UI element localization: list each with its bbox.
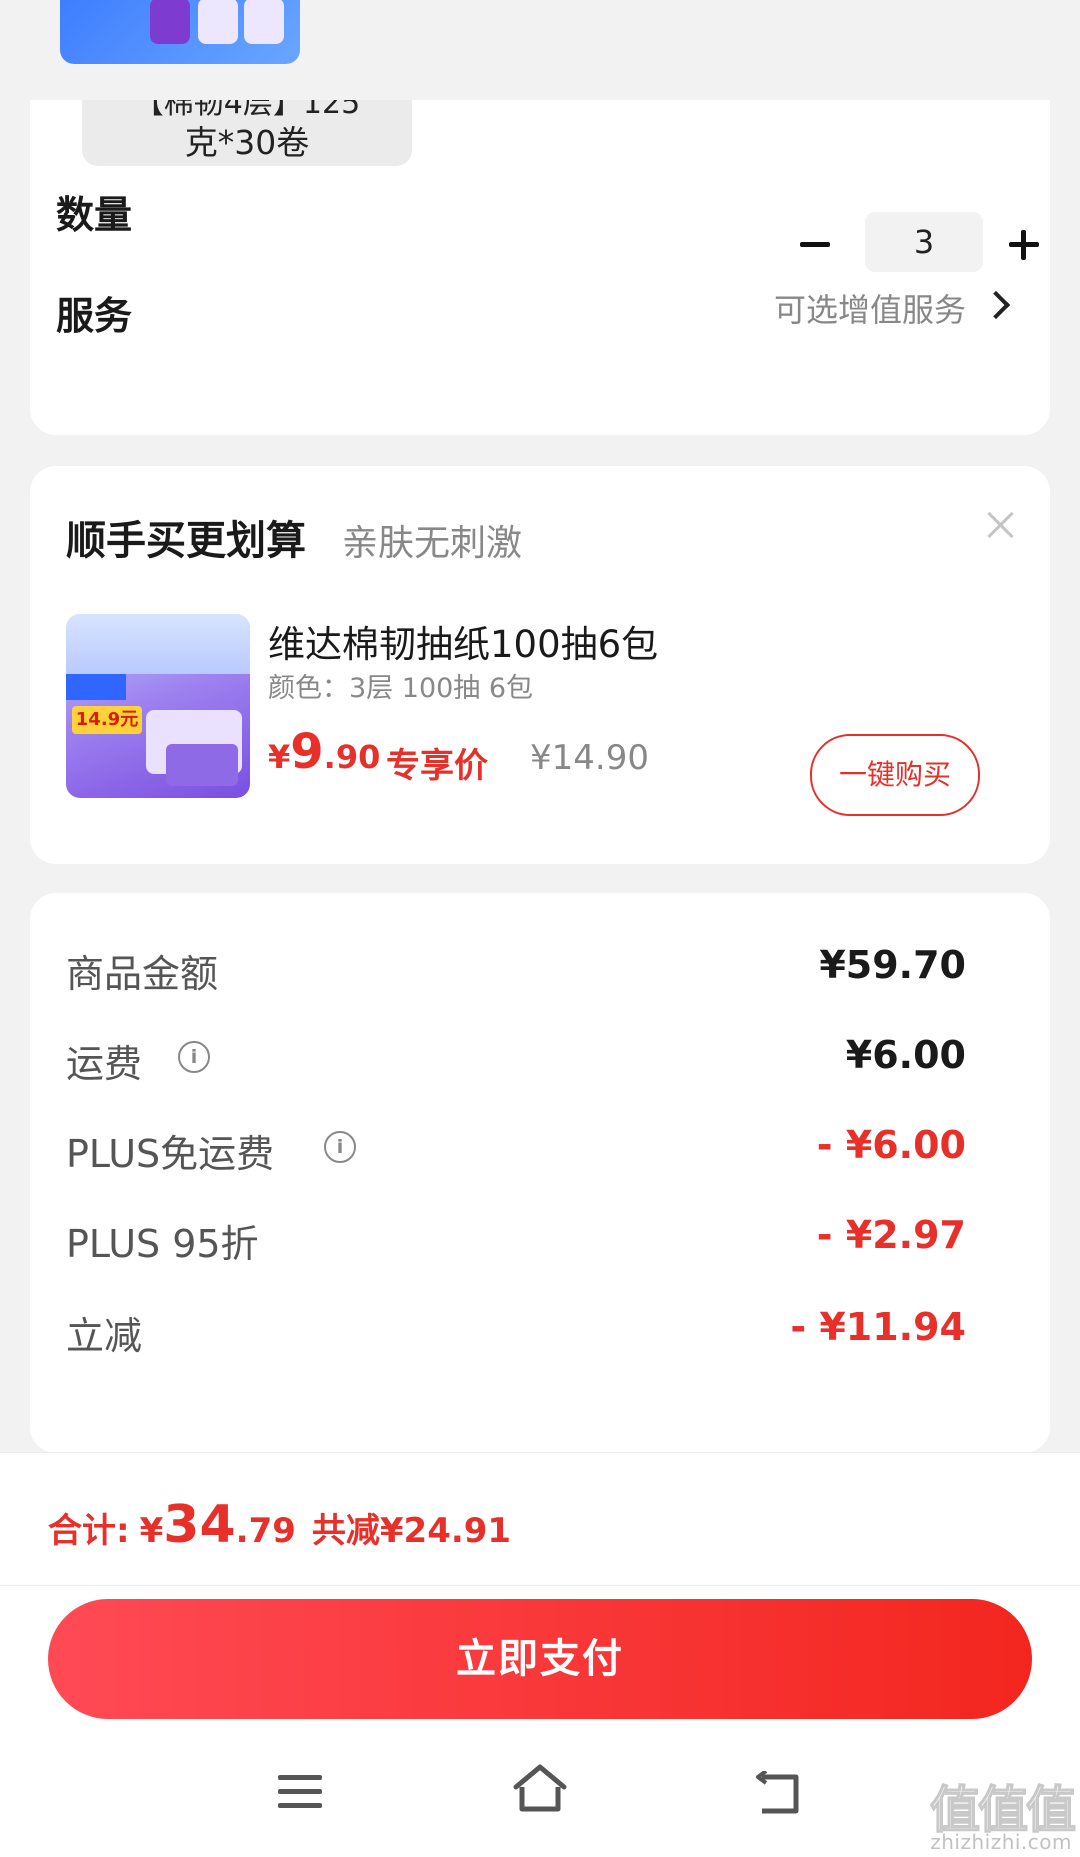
image-price-badge: 14.9元 — [72, 706, 142, 734]
chevron-right-icon[interactable] — [986, 290, 1006, 320]
summary-value: - ¥11.94 — [790, 1305, 966, 1349]
summary-value: - ¥6.00 — [816, 1123, 966, 1167]
exclusive-price-tag: 专享价 — [386, 746, 488, 786]
upsell-product-name[interactable]: 维达棉韧抽纸100抽6包 — [268, 614, 658, 668]
total-integer: 34 — [163, 1495, 236, 1555]
close-icon[interactable] — [986, 510, 1016, 540]
spec-chip-text: 克*30卷 — [184, 123, 310, 162]
total-label: 合计: — [48, 1511, 130, 1551]
price-integer: 9 — [290, 724, 324, 780]
tissue-roll-image — [150, 0, 190, 44]
image-banner — [66, 674, 126, 700]
order-options-card: 【棉韧4层】125 克*30卷 数量 3 服务 可选增值服务 — [30, 100, 1050, 435]
upsell-card: 顺手买更划算 亲肤无刺激 14.9元 维达棉韧抽纸100抽6包 颜色：3层 10… — [30, 466, 1050, 864]
upsell-product-attributes: 颜色：3层 100抽 6包 — [268, 673, 534, 704]
service-hint[interactable]: 可选增值服务 — [774, 285, 966, 331]
summary-row: 商品金额 ¥59.70 — [66, 943, 966, 1003]
summary-row: PLUS 95折 - ¥2.97 — [66, 1213, 966, 1273]
watermark-url: zhizhizhi.com — [930, 1830, 1072, 1854]
tissue-pack-image — [166, 744, 238, 786]
pay-now-button[interactable]: 立即支付 — [48, 1599, 1032, 1719]
minus-icon[interactable] — [790, 220, 838, 268]
summary-value: - ¥2.97 — [816, 1213, 966, 1257]
summary-row: 运费 i ¥6.00 — [66, 1033, 966, 1093]
summary-row: 立减 - ¥11.94 — [66, 1305, 966, 1365]
tissue-roll-image — [244, 0, 284, 44]
upsell-product-image[interactable]: 14.9元 — [66, 614, 250, 798]
summary-label: 立减 — [66, 1314, 143, 1358]
summary-label: 商品金额 — [66, 952, 219, 996]
summary-value: ¥6.00 — [845, 1033, 966, 1077]
spec-option-chip[interactable]: 【棉韧4层】125 克*30卷 — [82, 100, 412, 166]
summary-label: PLUS 95折 — [66, 1222, 259, 1266]
total-currency: ¥ — [139, 1511, 164, 1551]
order-total: 合计: ¥34.79 共减¥24.91 — [48, 1495, 511, 1555]
upsell-price: ¥9.90 — [268, 724, 380, 780]
divider — [0, 1585, 1080, 1586]
checkout-bar: 合计: ¥34.79 共减¥24.91 立即支付 — [0, 1452, 1080, 1857]
tissue-roll-image — [198, 0, 238, 44]
info-icon[interactable]: i — [324, 1131, 356, 1163]
summary-row: PLUS免运费 i - ¥6.00 — [66, 1123, 966, 1183]
summary-label: PLUS免运费 — [66, 1132, 275, 1176]
image-background — [66, 614, 250, 674]
product-thumbnail — [60, 0, 300, 64]
summary-label: 运费 — [66, 1042, 143, 1086]
quantity-input[interactable]: 3 — [865, 212, 983, 272]
back-icon[interactable] — [752, 1771, 806, 1815]
price-summary-card: 商品金额 ¥59.70 运费 i ¥6.00 PLUS免运费 i - ¥6.00… — [30, 893, 1050, 1453]
upsell-subtitle: 亲肤无刺激 — [342, 523, 523, 564]
original-price: ¥14.90 — [530, 738, 649, 778]
service-label: 服务 — [56, 294, 133, 338]
total-decimal: .79 — [235, 1511, 296, 1551]
price-currency: ¥ — [268, 738, 291, 776]
info-icon[interactable]: i — [178, 1041, 210, 1073]
upsell-title: 顺手买更划算 — [66, 518, 306, 564]
price-decimal: .90 — [323, 738, 381, 776]
plus-icon[interactable] — [1000, 220, 1048, 268]
total-savings: 共减¥24.91 — [311, 1511, 512, 1551]
one-click-buy-button[interactable]: 一键购买 — [810, 734, 980, 816]
home-icon[interactable] — [510, 1763, 570, 1815]
menu-icon[interactable] — [278, 1775, 322, 1811]
summary-value: ¥59.70 — [819, 943, 966, 987]
quantity-label: 数量 — [56, 193, 133, 237]
